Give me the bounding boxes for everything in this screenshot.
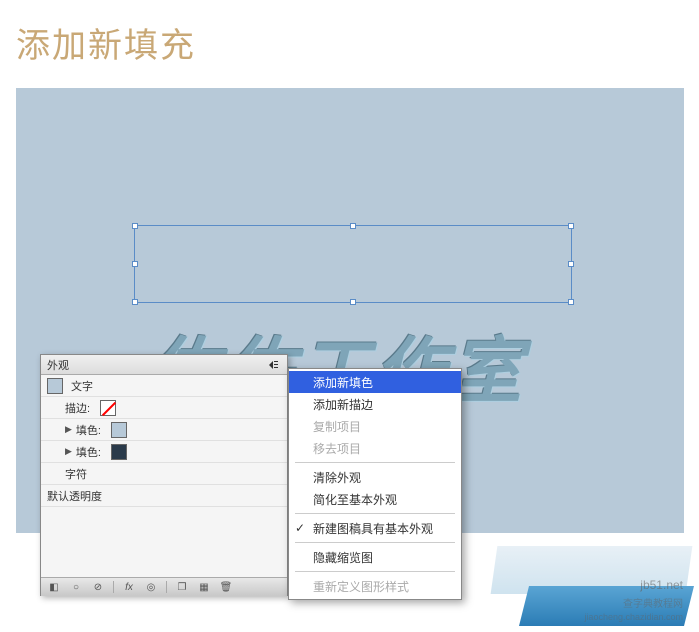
new-item-icon[interactable]: ▦ [195,580,213,594]
new-stroke-icon[interactable]: ○ [67,580,85,594]
panel-tab-bar: 外观 [41,355,287,375]
fill-row-2[interactable]: ▶ 填色: [41,441,287,463]
flyout-menu: 添加新填色 添加新描边 复制项目 移去项目 清除外观 简化至基本外观 ✓ 新建图… [288,368,462,600]
handle-top-center[interactable] [350,223,356,229]
clear-appearance-icon[interactable]: ◎ [142,580,160,594]
flyout-menu-button[interactable] [265,358,281,372]
stroke-none-swatch[interactable] [100,400,116,416]
panel-body: 文字 描边: ▶ 填色: ▶ 填色: 字符 默认透明度 [41,375,287,577]
menu-duplicate: 复制项目 [289,415,461,437]
trash-icon[interactable]: 🗑 [217,580,235,594]
expand-arrow-icon[interactable]: ▶ [65,424,72,435]
check-icon: ✓ [295,521,305,535]
object-type-row[interactable]: 文字 [41,375,287,397]
menu-separator [295,462,455,463]
menu-separator [295,571,455,572]
menu-clear[interactable]: 清除外观 [289,466,461,488]
watermark-3: jiaocheng.chazidian.com [584,612,683,622]
handle-top-left[interactable] [132,223,138,229]
watermark-2: 查字典教程网 [623,595,683,610]
toolbar-separator [113,581,114,593]
fill-row-1[interactable]: ▶ 填色: [41,419,287,441]
prohibit-icon[interactable]: ⊘ [89,580,107,594]
page-title: 添加新填充 [0,0,699,67]
expand-arrow-icon[interactable]: ▶ [65,446,72,457]
fill1-label: 填色: [76,422,101,438]
watermark-1: jb51.net [640,578,683,592]
flyout-icon [267,360,279,370]
stroke-row[interactable]: 描边: [41,397,287,419]
fx-icon[interactable]: fx [120,580,138,594]
menu-remove: 移去项目 [289,437,461,459]
fill1-swatch[interactable] [111,422,127,438]
menu-reduce[interactable]: 简化至基本外观 [289,488,461,510]
menu-separator [295,542,455,543]
opacity-label: 默认透明度 [47,488,102,504]
menu-new-art-label: 新建图稿具有基本外观 [313,520,433,537]
character-row[interactable]: 字符 [41,463,287,485]
handle-mid-right[interactable] [568,261,574,267]
menu-hide-thumb[interactable]: 隐藏缩览图 [289,546,461,568]
handle-mid-left[interactable] [132,261,138,267]
menu-new-art-basic[interactable]: ✓ 新建图稿具有基本外观 [289,517,461,539]
panel-toolbar: ◧ ○ ⊘ fx ◎ ❐ ▦ 🗑 [41,577,287,596]
opacity-row[interactable]: 默认透明度 [41,485,287,507]
menu-add-fill[interactable]: 添加新填色 [289,371,461,393]
new-fill-icon[interactable]: ◧ [45,580,63,594]
menu-add-stroke[interactable]: 添加新描边 [289,393,461,415]
handle-bottom-left[interactable] [132,299,138,305]
char-label: 字符 [65,466,87,482]
handle-bottom-center[interactable] [350,299,356,305]
fill2-label: 填色: [76,444,101,460]
panel-tab-label[interactable]: 外观 [47,357,265,373]
duplicate-icon[interactable]: ❐ [173,580,191,594]
stroke-label: 描边: [65,400,90,416]
handle-bottom-right[interactable] [568,299,574,305]
object-swatch [47,378,63,394]
object-type-label: 文字 [71,378,93,394]
menu-separator [295,513,455,514]
selection-bounding-box[interactable] [134,225,572,303]
menu-redefine: 重新定义图形样式 [289,575,461,597]
handle-top-right[interactable] [568,223,574,229]
appearance-panel: 外观 文字 描边: ▶ 填色: ▶ 填色: 字符 [40,354,288,596]
toolbar-separator [166,581,167,593]
fill2-swatch[interactable] [111,444,127,460]
